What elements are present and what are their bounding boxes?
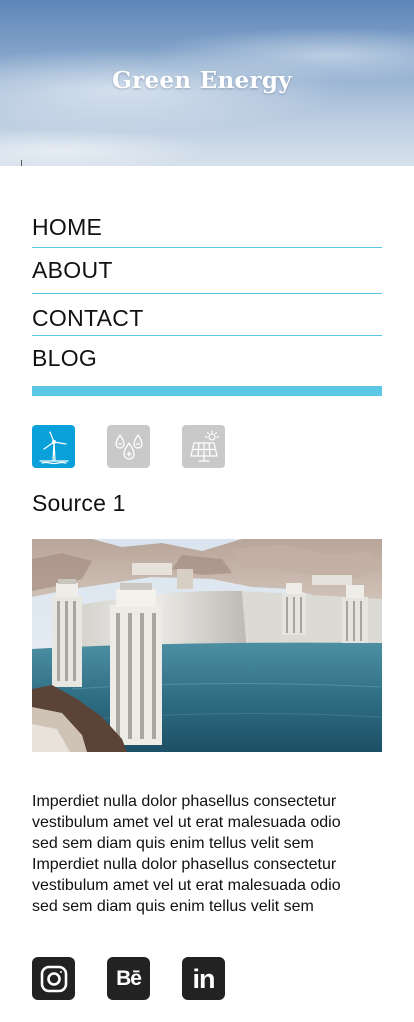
description-line: vestibulum amet vel ut erat malesuada od… bbox=[32, 814, 341, 831]
description-line: sed sem diam quis enim tellus velit sem bbox=[32, 835, 314, 852]
instagram-link[interactable] bbox=[32, 957, 75, 1000]
water-drops-icon bbox=[114, 433, 143, 460]
nav-item-about[interactable]: ABOUT bbox=[32, 256, 382, 284]
behance-link[interactable]: Bē bbox=[107, 957, 150, 1000]
tab-wind[interactable] bbox=[32, 425, 75, 468]
description-line: sed sem diam quis enim tellus velit sem bbox=[32, 898, 314, 915]
description-line: vestibulum amet vel ut erat malesuada od… bbox=[32, 877, 341, 894]
tab-solar[interactable] bbox=[182, 425, 225, 468]
wind-turbine-icon bbox=[38, 430, 69, 464]
nav-divider bbox=[32, 247, 382, 248]
tab-water[interactable] bbox=[107, 425, 150, 468]
linkedin-link[interactable]: in bbox=[182, 957, 225, 1000]
description-line: Imperdiet nulla dolor phasellus consecte… bbox=[32, 856, 337, 873]
instagram-icon bbox=[40, 965, 67, 992]
site-title: Green Energy bbox=[112, 67, 292, 94]
description-line: Imperdiet nulla dolor phasellus consecte… bbox=[32, 793, 337, 810]
hydroelectric-dam-photo bbox=[32, 539, 382, 752]
solar-panel-icon bbox=[189, 429, 219, 462]
linkedin-icon: in bbox=[192, 964, 216, 994]
hero-marker bbox=[21, 160, 22, 166]
nav-accent-bar bbox=[32, 386, 382, 396]
source-heading: Source 1 bbox=[32, 490, 126, 516]
hero-banner: Green Energy bbox=[0, 0, 414, 166]
nav-divider bbox=[32, 293, 382, 294]
nav-item-home[interactable]: HOME bbox=[32, 213, 382, 241]
nav-divider bbox=[32, 335, 382, 336]
nav-item-blog[interactable]: BLOG bbox=[32, 344, 382, 372]
nav-item-contact[interactable]: CONTACT bbox=[32, 304, 382, 332]
source-description: Imperdiet nulla dolor phasellus consecte… bbox=[32, 791, 384, 917]
page: Green Energy HOME ABOUT CONTACT BLOG Sou… bbox=[0, 0, 414, 1022]
behance-icon: Bē bbox=[116, 966, 142, 990]
